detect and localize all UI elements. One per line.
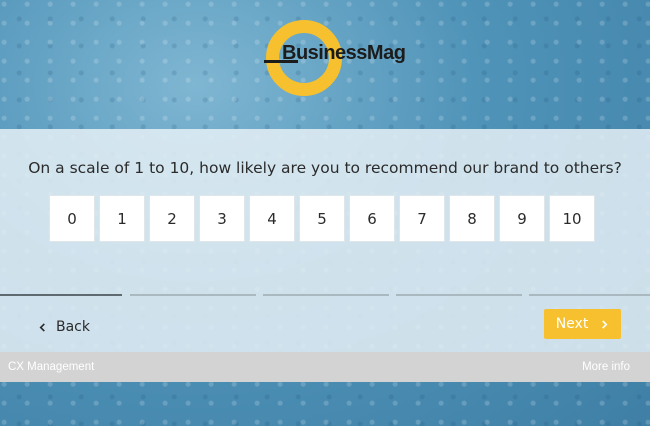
rating-option-1[interactable]: 1 [99,195,145,242]
rating-option-4[interactable]: 4 [249,195,295,242]
rating-scale: 0 1 2 3 4 5 6 7 8 9 10 [49,195,595,242]
survey-panel: On a scale of 1 to 10, how likely are yo… [0,129,650,352]
brand-name: BusinessMag [282,42,406,64]
rating-option-0[interactable]: 0 [49,195,95,242]
rating-option-10[interactable]: 10 [549,195,595,242]
progress-bar [0,294,650,297]
footer-bar: CX Management More info [0,352,650,382]
more-info-link[interactable]: More info [582,361,630,373]
chevron-left-icon [39,322,45,332]
next-label: Next [555,316,589,332]
rating-option-5[interactable]: 5 [299,195,345,242]
chevron-right-icon [602,319,608,329]
rating-option-7[interactable]: 7 [399,195,445,242]
survey-question: On a scale of 1 to 10, how likely are yo… [28,159,622,177]
progress-segment-5 [529,294,650,296]
rating-option-2[interactable]: 2 [149,195,195,242]
rating-option-6[interactable]: 6 [349,195,395,242]
back-button[interactable]: Back [38,319,90,335]
back-label: Back [56,319,90,335]
footer-cx-management: CX Management [8,361,95,373]
progress-segment-3 [263,294,389,296]
rating-option-8[interactable]: 8 [449,195,495,242]
progress-segment-1 [0,294,122,296]
progress-segment-2 [130,294,256,296]
brand-logo: BusinessMag [262,20,406,106]
next-button[interactable]: Next [544,309,621,339]
rating-option-9[interactable]: 9 [499,195,545,242]
rating-option-3[interactable]: 3 [199,195,245,242]
progress-segment-4 [396,294,522,296]
